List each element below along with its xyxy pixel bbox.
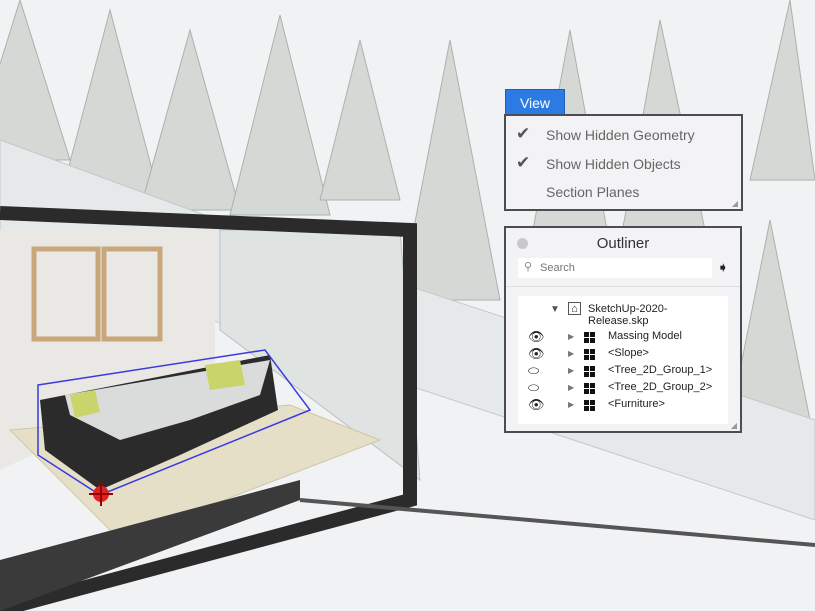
- tree-root[interactable]: ▼ ⌂ SketchUp-2020-Release.skp: [518, 302, 728, 327]
- expand-icon[interactable]: ▶: [568, 400, 574, 409]
- outliner-title: Outliner: [596, 235, 650, 252]
- component-icon: [584, 349, 595, 360]
- tree-row[interactable]: 👁 ▶ <Furniture>: [518, 397, 728, 414]
- floor-edge: [299, 498, 815, 547]
- search-input[interactable]: [518, 258, 712, 278]
- search-icon: ⚲: [524, 261, 533, 273]
- root-label: SketchUp-2020-Release.skp: [588, 303, 668, 327]
- row-label: <Slope>: [608, 347, 649, 359]
- component-icon: [584, 332, 595, 343]
- eye-icon[interactable]: 👁: [528, 346, 545, 362]
- eye-icon[interactable]: 👁: [528, 329, 545, 345]
- menu-item-section-planes[interactable]: Section Planes: [546, 184, 639, 200]
- component-icon: [584, 383, 595, 394]
- view-menu-tab[interactable]: View: [505, 89, 565, 115]
- eye-icon[interactable]: 👁: [528, 397, 545, 413]
- expand-down-icon[interactable]: ▼: [550, 304, 560, 315]
- export-icon[interactable]: ➧: [717, 259, 729, 276]
- menu-item-show-hidden-geometry[interactable]: Show Hidden Geometry: [546, 127, 695, 143]
- eye-hidden-icon[interactable]: ⬭: [528, 380, 539, 396]
- resize-handle-icon[interactable]: ◢: [732, 199, 738, 208]
- tree-row[interactable]: ⬭ ▶ <Tree_2D_Group_1>: [518, 363, 728, 380]
- expand-icon[interactable]: ▶: [568, 383, 574, 392]
- pillow: [205, 360, 245, 390]
- row-label: <Tree_2D_Group_2>: [608, 381, 713, 393]
- expand-icon[interactable]: ▶: [568, 366, 574, 375]
- eye-hidden-icon[interactable]: ⬭: [528, 363, 539, 379]
- resize-handle-icon[interactable]: ◢: [731, 421, 737, 430]
- divider: [506, 286, 740, 287]
- row-label: <Tree_2D_Group_1>: [608, 364, 713, 376]
- check-icon: ✔: [516, 124, 531, 143]
- expand-icon[interactable]: ▶: [568, 349, 574, 358]
- tree-row[interactable]: ⬭ ▶ <Tree_2D_Group_2>: [518, 380, 728, 397]
- row-label: <Furniture>: [608, 398, 665, 410]
- view-menu-dropdown: ✔ Show Hidden Geometry ✔ Show Hidden Obj…: [504, 114, 743, 211]
- component-icon: [584, 366, 595, 377]
- house-icon: ⌂: [568, 302, 581, 315]
- tree-row[interactable]: 👁 ▶ Massing Model: [518, 329, 728, 346]
- outliner-tree: ▼ ⌂ SketchUp-2020-Release.skp 👁 ▶ Massing …: [518, 296, 728, 424]
- menu-item-show-hidden-objects[interactable]: Show Hidden Objects: [546, 156, 681, 172]
- expand-icon[interactable]: ▶: [568, 332, 574, 341]
- tree-row[interactable]: 👁 ▶ <Slope>: [518, 346, 728, 363]
- row-label: Massing Model: [608, 330, 682, 342]
- outliner-panel: Outliner ⚲ ➧ ▼ ⌂ SketchUp-2020-Release.s…: [504, 226, 742, 433]
- component-icon: [584, 400, 595, 411]
- check-icon: ✔: [516, 153, 531, 172]
